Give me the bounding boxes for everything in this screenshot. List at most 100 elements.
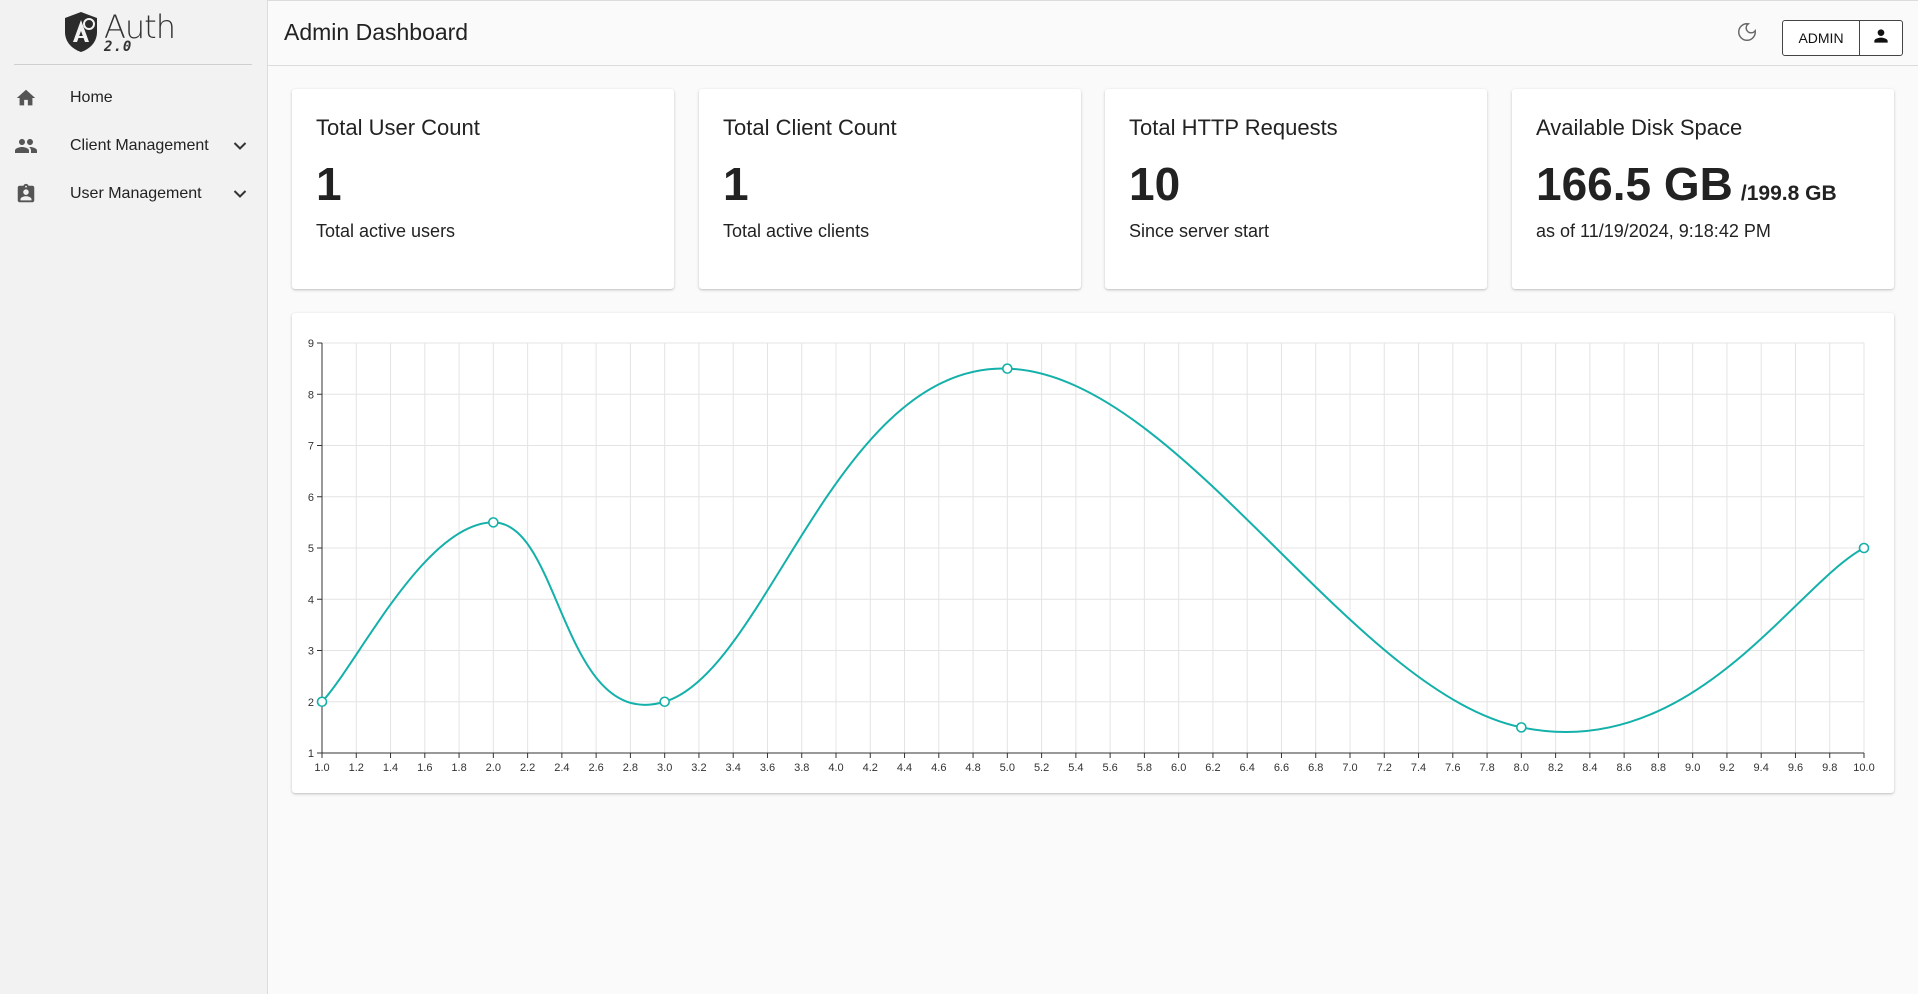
x-tick-label: 4.8	[965, 762, 980, 774]
shield-logo-icon	[65, 12, 97, 52]
requests-chart-card: 1.0 1.2 1.4 1.6 1.8 2.0 2.2 2.4 2.6 2.8 3.0 3.2 3.4 3…	[292, 313, 1894, 793]
x-tick-label: 2.8	[623, 762, 638, 774]
card-caption: Total active users	[316, 221, 456, 241]
card-value: 1	[723, 157, 749, 211]
x-tick-label: 3.2	[691, 762, 706, 774]
account-button-group: ADMIN	[1782, 20, 1903, 56]
x-tick-label: 5.6	[1102, 762, 1117, 774]
x-tick-label: 6.6	[1274, 762, 1289, 774]
page-title: Admin Dashboard	[284, 19, 469, 45]
x-tick-label: 5.4	[1068, 762, 1083, 774]
x-tick-label: 7.0	[1342, 762, 1357, 774]
x-tick-label: 3.6	[760, 762, 775, 774]
user-menu-button[interactable]	[1860, 21, 1902, 55]
x-tick-label: 3.4	[726, 762, 741, 774]
card-caption: Since server start	[1129, 221, 1270, 241]
x-tick-label: 9.6	[1788, 762, 1803, 774]
y-tick-label: 4	[308, 594, 314, 606]
x-tick-label: 8.6	[1616, 762, 1631, 774]
chevron-down-icon[interactable]	[230, 184, 250, 204]
x-tick-label: 6.4	[1240, 762, 1255, 774]
theme-toggle-button[interactable]	[1732, 19, 1762, 49]
card-title: Total User Count	[316, 115, 480, 140]
x-tick-label: 1.2	[349, 762, 364, 774]
x-tick-label: 4.2	[863, 762, 878, 774]
card-title: Total Client Count	[723, 115, 897, 140]
x-tick-label: 2.6	[588, 762, 603, 774]
x-tick-label: 8.0	[1514, 762, 1529, 774]
people-icon	[14, 134, 38, 158]
card-value-number: 1	[723, 158, 749, 210]
logo-main-text: Auth	[104, 7, 176, 46]
sidebar-item-home[interactable]: Home	[0, 76, 268, 120]
y-tick-label: 8	[308, 389, 314, 401]
x-tick-label: 9.2	[1719, 762, 1734, 774]
x-tick-label: 7.4	[1411, 762, 1426, 774]
x-tick-label: 8.2	[1548, 762, 1563, 774]
x-tick-label: 3.0	[657, 762, 672, 774]
y-tick-label: 5	[308, 543, 314, 555]
card-caption: as of 11/19/2024, 9:18:42 PM	[1536, 221, 1771, 241]
app-logo[interactable]: Auth 2.0	[62, 8, 192, 56]
y-tick-label: 7	[308, 441, 314, 453]
x-tick-label: 3.8	[794, 762, 809, 774]
y-tick-label: 9	[308, 338, 314, 350]
card-title: Total HTTP Requests	[1129, 115, 1338, 140]
x-tick-label: 7.2	[1377, 762, 1392, 774]
data-point	[1002, 363, 1013, 374]
x-tick-label: 8.8	[1651, 762, 1666, 774]
y-tick-label: 3	[308, 646, 314, 658]
chevron-down-icon[interactable]	[230, 136, 250, 156]
sidebar-item-label: User Management	[70, 185, 202, 202]
line-chart: 1.0 1.2 1.4 1.6 1.8 2.0 2.2 2.4 2.6 2.8 3.0 3.2 3.4 3…	[308, 338, 1875, 774]
y-tick-label: 1	[308, 748, 314, 760]
stat-card-user-count: Total User Count 1 Total active users	[292, 89, 674, 289]
card-title: Available Disk Space	[1536, 115, 1743, 140]
card-value-number: 10	[1129, 158, 1181, 210]
card-value: 1	[316, 157, 342, 211]
data-point	[1858, 542, 1870, 554]
home-icon	[14, 86, 38, 110]
data-point	[659, 696, 670, 708]
top-header: Admin Dashboard ADMIN	[268, 0, 1918, 66]
x-tick-label: 9.0	[1685, 762, 1700, 774]
x-tick-label: 5.8	[1137, 762, 1152, 774]
y-tick-label: 6	[308, 492, 314, 504]
x-tick-label: 6.0	[1171, 762, 1186, 774]
card-value-total: /199.8 GB	[1740, 182, 1837, 205]
x-tick-label: 7.8	[1479, 762, 1494, 774]
card-value: 10	[1129, 157, 1180, 211]
x-tick-label: 9.4	[1754, 762, 1769, 774]
x-tick-label: 6.2	[1205, 762, 1220, 774]
x-tick-label: 6.8	[1308, 762, 1323, 774]
card-value-number: 1	[316, 158, 342, 210]
x-tick-label: 10.0	[1853, 762, 1874, 774]
x-tick-label: 7.6	[1445, 762, 1460, 774]
admin-button[interactable]: ADMIN	[1783, 21, 1860, 55]
x-tick-label: 1.8	[451, 762, 466, 774]
x-tick-label: 5.2	[1034, 762, 1049, 774]
x-tick-label: 4.0	[828, 762, 843, 774]
x-tick-label: 9.8	[1822, 762, 1837, 774]
person-icon	[1871, 26, 1891, 51]
data-point	[316, 696, 328, 708]
x-tick-label: 4.4	[897, 762, 912, 774]
badge-icon	[14, 182, 38, 206]
y-tick-label: 2	[308, 697, 314, 709]
data-point	[1516, 722, 1527, 733]
sidebar: Auth 2.0 Home Client Management User Man…	[0, 0, 268, 994]
x-tick-label: 1.6	[417, 762, 432, 774]
sidebar-item-client-management[interactable]: Client Management	[0, 124, 268, 168]
card-value: 166.5 GB/199.8 GB	[1536, 157, 1837, 211]
stat-card-http-requests: Total HTTP Requests 10 Since server star…	[1105, 89, 1487, 289]
x-tick-label: 8.4	[1582, 762, 1597, 774]
stat-card-disk-space: Available Disk Space 166.5 GB/199.8 GB a…	[1512, 89, 1894, 289]
x-tick-label: 2.0	[486, 762, 501, 774]
x-tick-label: 1.0	[314, 762, 329, 774]
card-caption: Total active clients	[723, 221, 870, 241]
x-tick-label: 2.4	[554, 762, 569, 774]
x-tick-label: 5.0	[1000, 762, 1015, 774]
x-tick-label: 2.2	[520, 762, 535, 774]
sidebar-item-label: Client Management	[70, 137, 209, 154]
sidebar-item-user-management[interactable]: User Management	[0, 172, 268, 216]
